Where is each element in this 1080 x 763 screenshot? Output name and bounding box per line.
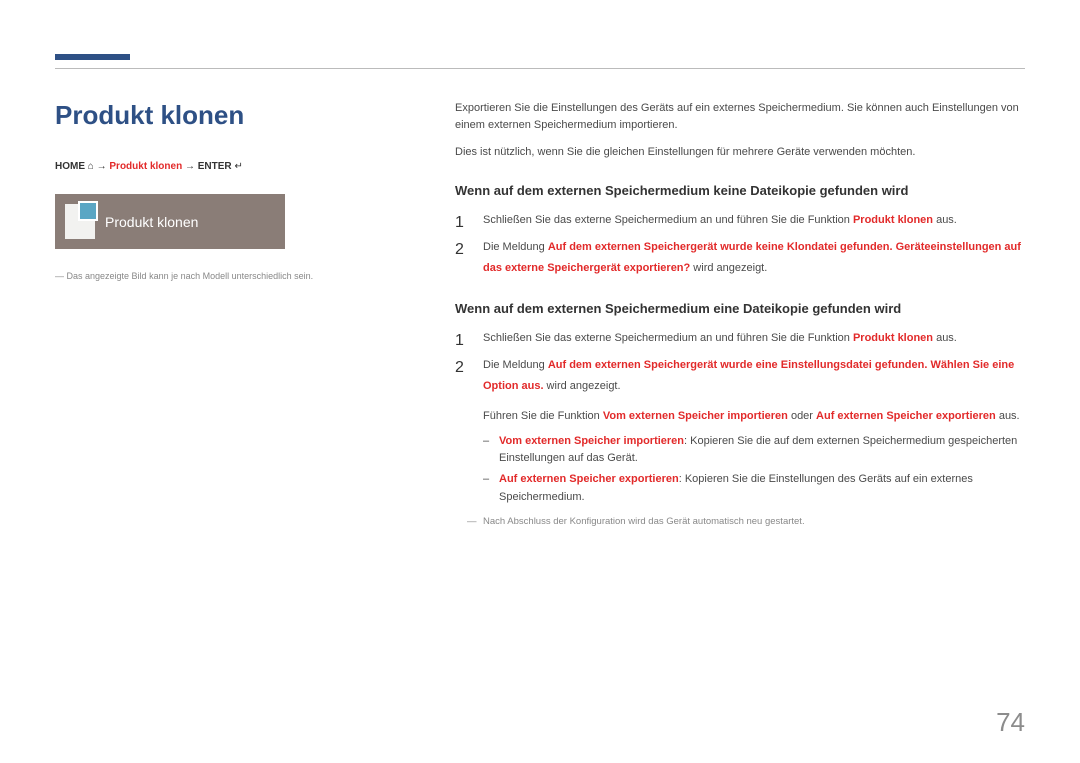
step-number: 1 [455, 326, 464, 356]
step-text: aus. [996, 410, 1020, 422]
breadcrumb-sep: → [185, 161, 198, 172]
step-item: 1 Schließen Sie das externe Speichermedi… [455, 210, 1025, 231]
left-column: Produkt klonen HOME ⌂ → Produkt klonen →… [55, 100, 385, 281]
step-item: 2 Die Meldung Auf dem externen Speicherg… [455, 355, 1025, 506]
breadcrumb-home: HOME [55, 161, 85, 172]
highlight-term: Auf externen Speicher exportieren [499, 473, 679, 485]
options-list: Vom externen Speicher importieren: Kopie… [483, 433, 1025, 505]
header-divider [55, 68, 1025, 69]
image-disclaimer: Das angezeigte Bild kann je nach Modell … [55, 271, 385, 281]
footnote: Nach Abschluss der Konfiguration wird da… [455, 516, 1025, 527]
header-accent-bar [55, 54, 130, 60]
highlight-term: Vom externen Speicher importieren [603, 410, 788, 422]
menu-preview-tile: Produkt klonen [55, 194, 285, 249]
highlight-term: Vom externen Speicher importieren [499, 435, 684, 447]
breadcrumb-current: Produkt klonen [109, 161, 182, 172]
menu-tile-label: Produkt klonen [105, 214, 198, 230]
section-heading-b: Wenn auf dem externen Speichermedium ein… [455, 301, 1025, 316]
step-text: aus. [933, 214, 957, 226]
highlight-term: Auf externen Speicher exportieren [816, 410, 996, 422]
section-heading-a: Wenn auf dem externen Speichermedium kei… [455, 183, 1025, 198]
right-column: Exportieren Sie die Einstellungen des Ge… [455, 100, 1025, 527]
step-text: Die Meldung [483, 359, 548, 371]
highlight-term: Produkt klonen [853, 332, 933, 344]
step-item: 1 Schließen Sie das externe Speichermedi… [455, 328, 1025, 349]
intro-paragraph: Exportieren Sie die Einstellungen des Ge… [455, 100, 1025, 134]
step-text: wird angezeigt. [544, 380, 621, 392]
step-text: Schließen Sie das externe Speichermedium… [483, 214, 853, 226]
highlight-term: Produkt klonen [853, 214, 933, 226]
page-number: 74 [996, 707, 1025, 738]
list-item: Auf externen Speicher exportieren: Kopie… [483, 471, 1025, 505]
step-text: Schließen Sie das externe Speichermedium… [483, 332, 853, 344]
steps-list-a: 1 Schließen Sie das externe Speichermedi… [455, 210, 1025, 279]
step-text: Die Meldung [483, 241, 548, 253]
intro-paragraph: Dies ist nützlich, wenn Sie die gleichen… [455, 144, 1025, 161]
clone-icon [65, 204, 95, 239]
step-number: 2 [455, 235, 464, 265]
step-text: Führen Sie die Funktion [483, 410, 603, 422]
page-title: Produkt klonen [55, 100, 385, 131]
steps-list-b: 1 Schließen Sie das externe Speichermedi… [455, 328, 1025, 506]
step-item: 2 Die Meldung Auf dem externen Speicherg… [455, 237, 1025, 279]
step-text: wird angezeigt. [690, 262, 767, 274]
home-icon: ⌂ [88, 161, 94, 172]
breadcrumb-sep: → [97, 161, 110, 172]
step-text: aus. [933, 332, 957, 344]
breadcrumb: HOME ⌂ → Produkt klonen → ENTER ↵ [55, 161, 385, 172]
enter-icon: ↵ [234, 161, 242, 172]
breadcrumb-enter: ENTER [198, 161, 232, 172]
step-number: 1 [455, 208, 464, 238]
list-item: Vom externen Speicher importieren: Kopie… [483, 433, 1025, 467]
step-number: 2 [455, 353, 464, 383]
step-text: oder [788, 410, 816, 422]
